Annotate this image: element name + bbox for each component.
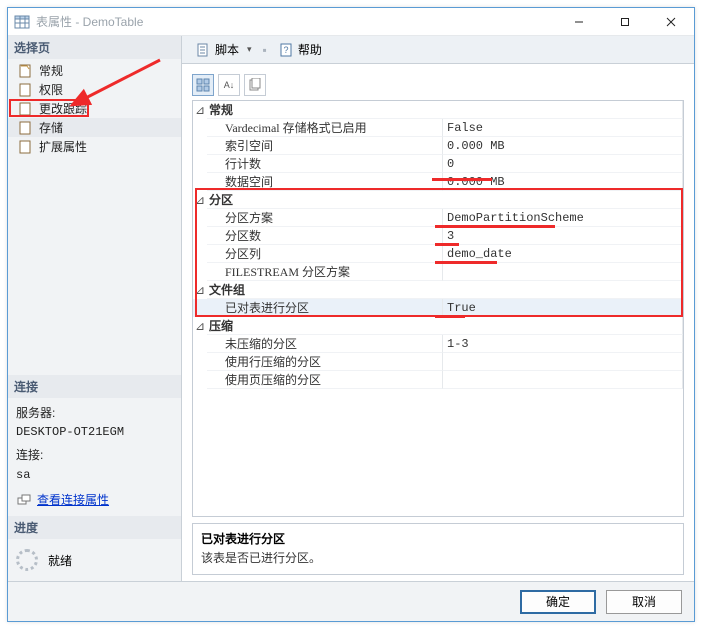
- svg-text:?: ?: [283, 45, 288, 55]
- prop-value: 0: [443, 155, 683, 173]
- sidebar-item-storage[interactable]: 存储: [8, 118, 181, 137]
- script-button[interactable]: 脚本: [188, 38, 259, 61]
- prop-label: 未压缩的分区: [207, 335, 443, 353]
- cancel-button[interactable]: 取消: [606, 590, 682, 614]
- sidebar-item-permissions[interactable]: 权限: [8, 80, 181, 99]
- cat-compress: 压缩: [207, 317, 683, 335]
- maximize-button[interactable]: [602, 8, 648, 36]
- conn-server-label: 服务器:: [16, 404, 173, 423]
- conn-server-value: DESKTOP-OT21EGM: [16, 423, 173, 442]
- prop-value: True: [443, 299, 683, 317]
- desc-text: 该表是否已进行分区。: [201, 549, 675, 566]
- close-button[interactable]: [648, 8, 694, 36]
- prop-label: 数据空间: [207, 173, 443, 191]
- cat-filegroup: 文件组: [207, 281, 683, 299]
- property-description: 已对表进行分区 该表是否已进行分区。: [192, 523, 684, 575]
- view-connection-link[interactable]: 查看连接属性: [16, 491, 173, 510]
- titlebar: 表属性 - DemoTable: [8, 8, 694, 36]
- sidebar-header-select: 选择页: [8, 36, 181, 59]
- main-panel: 脚本 ▪ ? 帮助 A↓ ⊿常规 Vardecimal 存储格式已启用False: [182, 36, 694, 581]
- conn-conn-label: 连接:: [16, 446, 173, 465]
- script-icon: [195, 42, 211, 58]
- page-icon: [18, 82, 34, 98]
- prop-label: 使用行压缩的分区: [207, 353, 443, 371]
- prop-value: 0.000 MB: [443, 173, 683, 191]
- sidebar-item-extendedprops[interactable]: 扩展属性: [8, 137, 181, 156]
- prop-value: [443, 353, 683, 371]
- prop-label: 索引空间: [207, 137, 443, 155]
- progress-spinner-icon: [16, 549, 38, 571]
- expand-toggle[interactable]: ⊿: [193, 319, 207, 333]
- sidebar-header-progress: 进度: [8, 516, 181, 539]
- dialog-footer: 确定 取消: [8, 581, 694, 621]
- progress-status: 就绪: [48, 552, 72, 569]
- prop-label: Vardecimal 存储格式已启用: [207, 119, 443, 137]
- prop-label: 行计数: [207, 155, 443, 173]
- window-title: 表属性 - DemoTable: [36, 13, 143, 30]
- prop-label: 分区列: [207, 245, 443, 263]
- expand-toggle[interactable]: ⊿: [193, 283, 207, 297]
- prop-label: 分区方案: [207, 209, 443, 227]
- table-icon: [14, 14, 30, 30]
- main-toolbar: 脚本 ▪ ? 帮助: [182, 36, 694, 64]
- page-icon: [18, 139, 34, 155]
- prop-label: 已对表进行分区: [207, 299, 443, 317]
- alpha-sort-button[interactable]: A↓: [218, 74, 240, 96]
- prop-label: 分区数: [207, 227, 443, 245]
- prop-value: 0.000 MB: [443, 137, 683, 155]
- sidebar-item-general[interactable]: 常规: [8, 61, 181, 80]
- property-grid[interactable]: ⊿常规 Vardecimal 存储格式已启用False 索引空间0.000 MB…: [192, 100, 684, 517]
- link-icon: [16, 492, 32, 508]
- page-icon: [18, 63, 34, 79]
- categorized-view-button[interactable]: [192, 74, 214, 96]
- prop-value: 1-3: [443, 335, 683, 353]
- prop-label: FILESTREAM 分区方案: [207, 263, 443, 281]
- prop-label: 使用页压缩的分区: [207, 371, 443, 389]
- desc-title: 已对表进行分区: [201, 530, 675, 547]
- conn-conn-value: sa: [16, 466, 173, 485]
- dialog-window: 表属性 - DemoTable 选择页 常规 权限 更改跟踪: [7, 7, 695, 622]
- prop-value: [443, 263, 683, 281]
- cat-general: 常规: [207, 101, 683, 119]
- prop-value: 3: [443, 227, 683, 245]
- prop-value: demo_date: [443, 245, 683, 263]
- page-icon: [18, 120, 34, 136]
- sidebar-header-connection: 连接: [8, 375, 181, 398]
- prop-value: False: [443, 119, 683, 137]
- propgrid-toolbar: A↓: [192, 74, 684, 96]
- help-button[interactable]: ? 帮助: [271, 38, 329, 61]
- prop-value: DemoPartitionScheme: [443, 209, 683, 227]
- help-icon: ?: [278, 42, 294, 58]
- sidebar: 选择页 常规 权限 更改跟踪 存储: [8, 36, 182, 581]
- cat-partition: 分区: [207, 191, 683, 209]
- page-icon: [18, 101, 34, 117]
- expand-toggle[interactable]: ⊿: [193, 103, 207, 117]
- propgrid-pages-button[interactable]: [244, 74, 266, 96]
- minimize-button[interactable]: [556, 8, 602, 36]
- prop-value: [443, 371, 683, 389]
- ok-button[interactable]: 确定: [520, 590, 596, 614]
- sidebar-item-changetracking[interactable]: 更改跟踪: [8, 99, 181, 118]
- expand-toggle[interactable]: ⊿: [193, 193, 207, 207]
